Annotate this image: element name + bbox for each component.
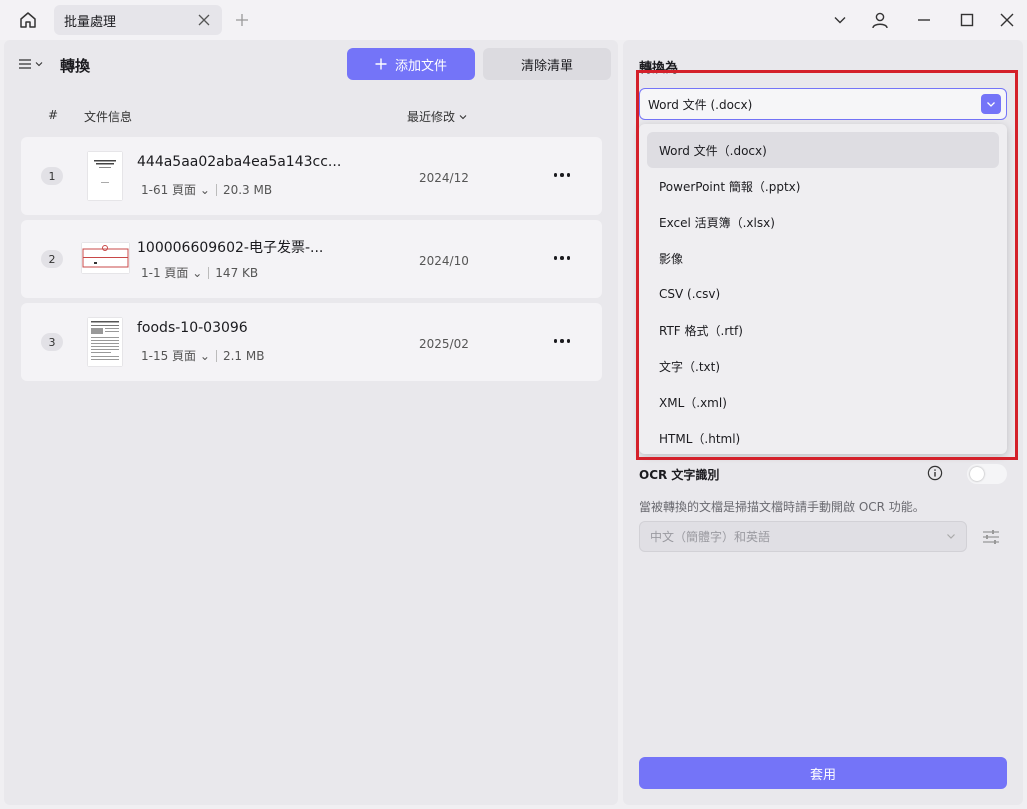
plus-icon (236, 14, 248, 26)
chevron-down-icon (459, 114, 467, 119)
file-size: 20.3 MB (222, 182, 273, 197)
collapse-button[interactable] (826, 8, 854, 32)
minimize-button[interactable] (910, 8, 938, 32)
maximize-button[interactable] (953, 8, 981, 32)
ocr-hint: 當被轉換的文檔是掃描文檔時請手動開啟 OCR 功能。 (639, 500, 925, 514)
file-date: 2024/12 (419, 171, 469, 185)
file-size: 2.1 MB (222, 348, 265, 363)
clear-list-button[interactable]: 清除清單 (483, 48, 611, 80)
tab-batch[interactable]: 批量處理 (54, 5, 222, 35)
tab-close-button[interactable] (196, 12, 212, 28)
format-option-txt[interactable]: 文字（.txt) (647, 348, 999, 384)
format-option-pptx[interactable]: PowerPoint 簡報（.pptx) (647, 168, 999, 204)
add-file-button[interactable]: 添加文件 (347, 48, 475, 80)
title-bar: 批量處理 (0, 0, 1027, 40)
more-options-button[interactable] (551, 332, 573, 350)
minimize-icon (918, 19, 930, 21)
column-header-info: 文件信息 (84, 110, 133, 124)
format-dropdown: Word 文件（.docx) PowerPoint 簡報（.pptx) Exce… (639, 124, 1007, 454)
file-thumbnail (88, 152, 122, 200)
chevron-down-icon (947, 534, 955, 539)
file-meta: 1-15 頁面 ⌄ 2.1 MB (141, 347, 264, 364)
home-button[interactable] (14, 8, 42, 32)
file-name: 100006609602-电子发票-... (137, 240, 324, 256)
column-header-modified-label: 最近修改 (407, 110, 456, 124)
file-size: 147 KB (215, 265, 259, 280)
close-window-button[interactable] (993, 8, 1021, 32)
ocr-label: OCR 文字識別 (639, 468, 720, 482)
format-option-xml[interactable]: XML（.xml) (647, 384, 999, 420)
file-meta: 1-1 頁面 ⌄ 147 KB (141, 264, 258, 281)
file-meta: 1-61 頁面 ⌄ 20.3 MB (141, 181, 272, 198)
chevron-down-icon (834, 17, 846, 24)
file-row[interactable]: 3 foods-10-03096 1-15 頁面 ⌄ 2.1 MB 2025/0… (21, 303, 602, 381)
chevron-down-icon (35, 62, 43, 67)
file-date: 2025/02 (419, 337, 469, 351)
page-range-select[interactable]: 1-1 頁面 ⌄ (141, 264, 202, 281)
row-number: 3 (41, 333, 63, 351)
format-option-rtf[interactable]: RTF 格式（.rtf) (647, 312, 999, 348)
divider (208, 266, 210, 279)
new-tab-button[interactable] (232, 10, 252, 30)
file-date: 2024/10 (419, 254, 469, 268)
more-options-button[interactable] (551, 166, 573, 184)
hamburger-icon (19, 59, 31, 69)
file-list-panel: 轉換 添加文件 清除清單 # 文件信息 最近修改 1 444a5aa02aba4… (4, 40, 618, 805)
more-options-button[interactable] (551, 249, 573, 267)
format-option-csv[interactable]: CSV (.csv) (647, 276, 999, 312)
format-option-xlsx[interactable]: Excel 活頁簿（.xlsx) (647, 204, 999, 240)
close-icon (1000, 13, 1014, 27)
ocr-language-select[interactable]: 中文（簡體字）和英語 (639, 521, 967, 552)
column-header-modified[interactable]: 最近修改 (407, 108, 467, 125)
ocr-toggle[interactable] (967, 464, 1007, 484)
convert-settings-panel: 轉換為 Word 文件 (.docx) Word 文件（.docx) Power… (623, 40, 1023, 805)
row-number: 1 (41, 167, 63, 185)
file-row[interactable]: 1 444a5aa02aba4ea5a143cc... 1-61 頁面 ⌄ 20… (21, 137, 602, 215)
file-thumbnail (82, 243, 129, 273)
format-select-value: Word 文件 (.docx) (648, 97, 753, 112)
file-name: foods-10-03096 (137, 320, 248, 336)
format-option-docx[interactable]: Word 文件（.docx) (647, 132, 999, 168)
format-option-html[interactable]: HTML（.html) (647, 420, 999, 456)
file-thumbnail (88, 318, 122, 366)
convert-to-label: 轉換為 (639, 61, 679, 76)
toggle-knob (970, 467, 984, 481)
file-row[interactable]: 2 100006609602-电子发票-... 1-1 頁面 ⌄ 147 KB … (21, 220, 602, 298)
format-select-arrow[interactable] (981, 94, 1001, 114)
divider (215, 349, 217, 362)
more-icon (553, 339, 558, 343)
plus-icon (375, 58, 387, 70)
format-select[interactable]: Word 文件 (.docx) (639, 88, 1007, 120)
file-list-header: 轉換 添加文件 清除清單 (4, 40, 618, 90)
account-button[interactable] (866, 8, 894, 32)
page-title: 轉換 (60, 57, 91, 75)
more-icon (553, 173, 558, 177)
sliders-icon[interactable] (980, 526, 1002, 548)
apply-button[interactable]: 套用 (639, 757, 1007, 789)
more-icon (553, 256, 558, 260)
info-icon[interactable] (927, 465, 943, 481)
tab-label: 批量處理 (64, 14, 117, 30)
user-icon (872, 12, 888, 29)
home-icon (20, 12, 36, 28)
maximize-icon (960, 13, 974, 27)
menu-button[interactable] (18, 54, 48, 74)
ocr-language-value: 中文（簡體字）和英語 (650, 530, 771, 544)
file-name: 444a5aa02aba4ea5a143cc... (137, 154, 342, 170)
add-file-label: 添加文件 (394, 58, 447, 74)
close-icon (198, 14, 210, 26)
column-header-num: # (48, 108, 59, 122)
chevron-down-icon (987, 102, 995, 107)
page-range-select[interactable]: 1-61 頁面 ⌄ (141, 181, 210, 198)
row-number: 2 (41, 250, 63, 268)
divider (215, 183, 217, 196)
page-range-select[interactable]: 1-15 頁面 ⌄ (141, 347, 210, 364)
format-option-image[interactable]: 影像 (647, 240, 999, 276)
